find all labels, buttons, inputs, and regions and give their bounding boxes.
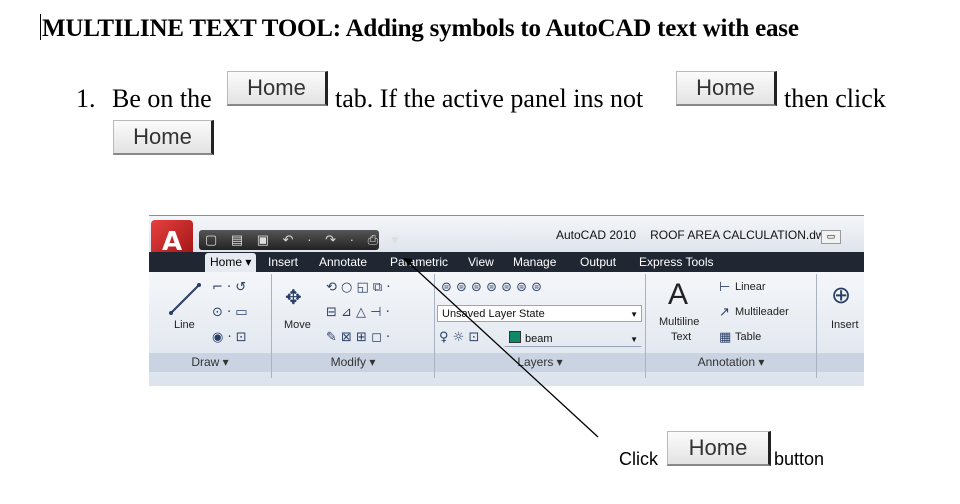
button-label: button: [774, 449, 825, 469]
click-label: Click: [619, 449, 658, 469]
callout-arrow: [403, 258, 599, 438]
home-button-image-4: Home: [667, 431, 771, 466]
